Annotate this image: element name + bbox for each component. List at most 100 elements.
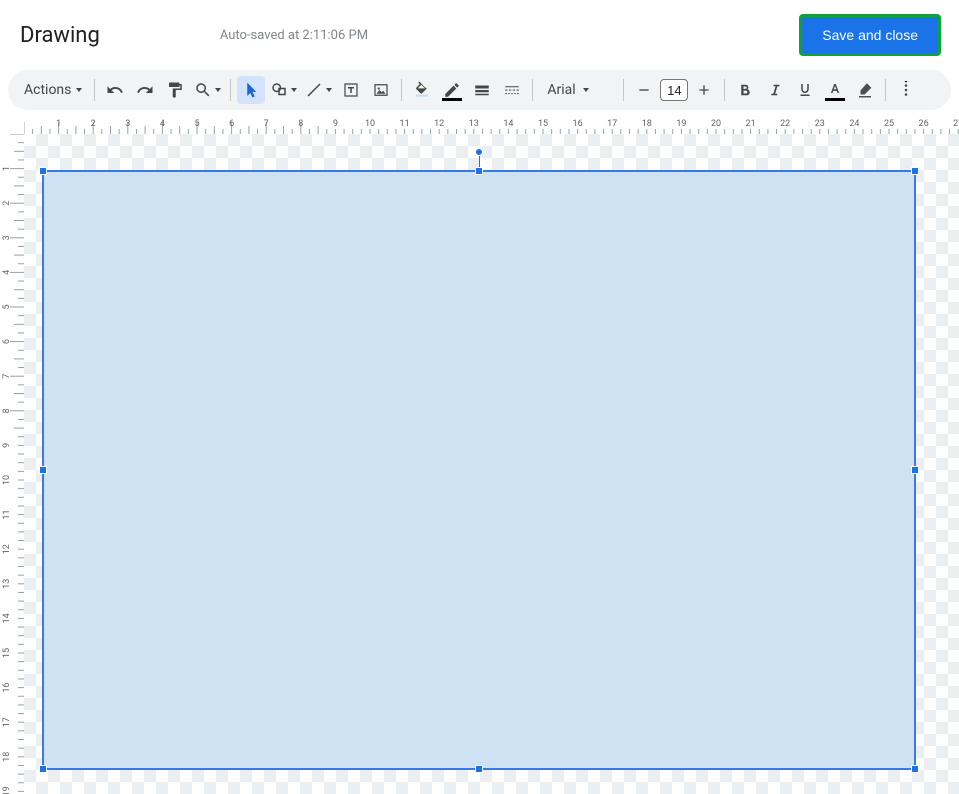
undo-button[interactable]: [101, 76, 129, 104]
resize-handle-s[interactable]: [475, 765, 483, 773]
paint-bucket-icon: [413, 81, 431, 99]
highlight-color-button[interactable]: [851, 76, 879, 104]
svg-text:7: 7: [264, 119, 269, 129]
svg-text:15: 15: [2, 648, 12, 658]
canvas[interactable]: [24, 134, 959, 794]
paint-format-button[interactable]: [161, 76, 189, 104]
svg-text:25: 25: [884, 119, 894, 129]
toolbar: Actions Arial: [8, 70, 951, 110]
resize-handle-w[interactable]: [39, 466, 47, 474]
font-family-label: Arial: [547, 82, 575, 98]
svg-text:2: 2: [2, 201, 12, 206]
separator: [532, 79, 533, 101]
separator: [230, 79, 231, 101]
svg-text:20: 20: [711, 119, 721, 129]
svg-text:17: 17: [607, 119, 617, 129]
line-icon: [305, 81, 323, 99]
workspace: 1234567891011121314151617181920212223242…: [0, 118, 959, 794]
plus-icon: [696, 82, 712, 98]
font-size-increase-button[interactable]: [690, 76, 718, 104]
svg-text:9: 9: [2, 443, 12, 448]
border-dash-icon: [503, 81, 521, 99]
separator: [885, 79, 886, 101]
underline-button[interactable]: [791, 76, 819, 104]
svg-text:14: 14: [503, 119, 513, 129]
svg-text:1: 1: [2, 166, 12, 171]
border-dash-button[interactable]: [498, 76, 526, 104]
svg-text:18: 18: [2, 752, 12, 762]
rotation-handle[interactable]: [475, 148, 483, 156]
fill-color-button[interactable]: [408, 76, 436, 104]
resize-handle-ne[interactable]: [911, 167, 919, 175]
image-button[interactable]: [367, 76, 395, 104]
svg-text:17: 17: [2, 717, 12, 727]
shapes-icon: [270, 81, 288, 99]
svg-text:26: 26: [919, 119, 929, 129]
selected-rectangle-shape[interactable]: [42, 170, 916, 770]
svg-text:4: 4: [2, 270, 12, 275]
svg-text:19: 19: [676, 119, 686, 129]
resize-handle-n[interactable]: [475, 167, 483, 175]
actions-label: Actions: [24, 82, 71, 98]
separator: [94, 79, 95, 101]
svg-text:6: 6: [2, 339, 12, 344]
resize-handle-se[interactable]: [911, 765, 919, 773]
resize-handle-sw[interactable]: [39, 765, 47, 773]
svg-text:5: 5: [194, 119, 199, 129]
zoom-button[interactable]: [191, 76, 224, 104]
svg-text:11: 11: [2, 510, 12, 520]
shape-tool-button[interactable]: [267, 76, 300, 104]
pencil-icon: [443, 81, 461, 99]
italic-button[interactable]: [761, 76, 789, 104]
vertical-ruler[interactable]: 12345678910111213141516171819: [0, 134, 24, 794]
text-color-button[interactable]: [821, 76, 849, 104]
svg-text:9: 9: [333, 119, 338, 129]
resize-handle-e[interactable]: [911, 466, 919, 474]
resize-handle-nw[interactable]: [39, 167, 47, 175]
svg-text:22: 22: [780, 119, 790, 129]
horizontal-ruler[interactable]: 1234567891011121314151617181920212223242…: [24, 118, 959, 134]
save-and-close-button[interactable]: Save and close: [799, 14, 941, 56]
line-weight-icon: [473, 81, 491, 99]
svg-text:14: 14: [2, 613, 12, 623]
dialog-header: Drawing Auto-saved at 2:11:06 PM Save an…: [0, 0, 959, 70]
font-family-select[interactable]: Arial: [539, 76, 617, 104]
actions-menu-button[interactable]: Actions: [18, 76, 88, 104]
bold-button[interactable]: [731, 76, 759, 104]
redo-icon: [136, 81, 154, 99]
image-icon: [372, 81, 390, 99]
select-tool-button[interactable]: [237, 76, 265, 104]
svg-text:16: 16: [573, 119, 583, 129]
svg-text:19: 19: [2, 786, 12, 794]
text-box-button[interactable]: [337, 76, 365, 104]
svg-text:23: 23: [815, 119, 825, 129]
svg-text:24: 24: [849, 119, 859, 129]
text-color-icon: [826, 81, 844, 99]
bold-icon: [736, 81, 754, 99]
font-size-input[interactable]: [660, 79, 688, 101]
svg-text:5: 5: [2, 304, 12, 309]
more-options-button[interactable]: [892, 76, 920, 104]
paint-roller-icon: [166, 81, 184, 99]
svg-text:13: 13: [2, 579, 12, 589]
svg-text:4: 4: [160, 119, 165, 129]
border-weight-button[interactable]: [468, 76, 496, 104]
svg-text:3: 3: [125, 119, 130, 129]
svg-text:1: 1: [56, 119, 61, 129]
svg-text:27: 27: [953, 119, 959, 129]
svg-text:8: 8: [298, 119, 303, 129]
svg-text:8: 8: [2, 408, 12, 413]
font-size-decrease-button[interactable]: [630, 76, 658, 104]
line-tool-button[interactable]: [302, 76, 335, 104]
italic-icon: [766, 81, 784, 99]
redo-button[interactable]: [131, 76, 159, 104]
separator: [401, 79, 402, 101]
zoom-icon: [194, 81, 212, 99]
underline-icon: [796, 81, 814, 99]
svg-text:3: 3: [2, 235, 12, 240]
more-vertical-icon: [897, 81, 915, 99]
border-color-button[interactable]: [438, 76, 466, 104]
svg-text:21: 21: [746, 119, 756, 129]
svg-text:11: 11: [400, 119, 410, 129]
separator: [724, 79, 725, 101]
